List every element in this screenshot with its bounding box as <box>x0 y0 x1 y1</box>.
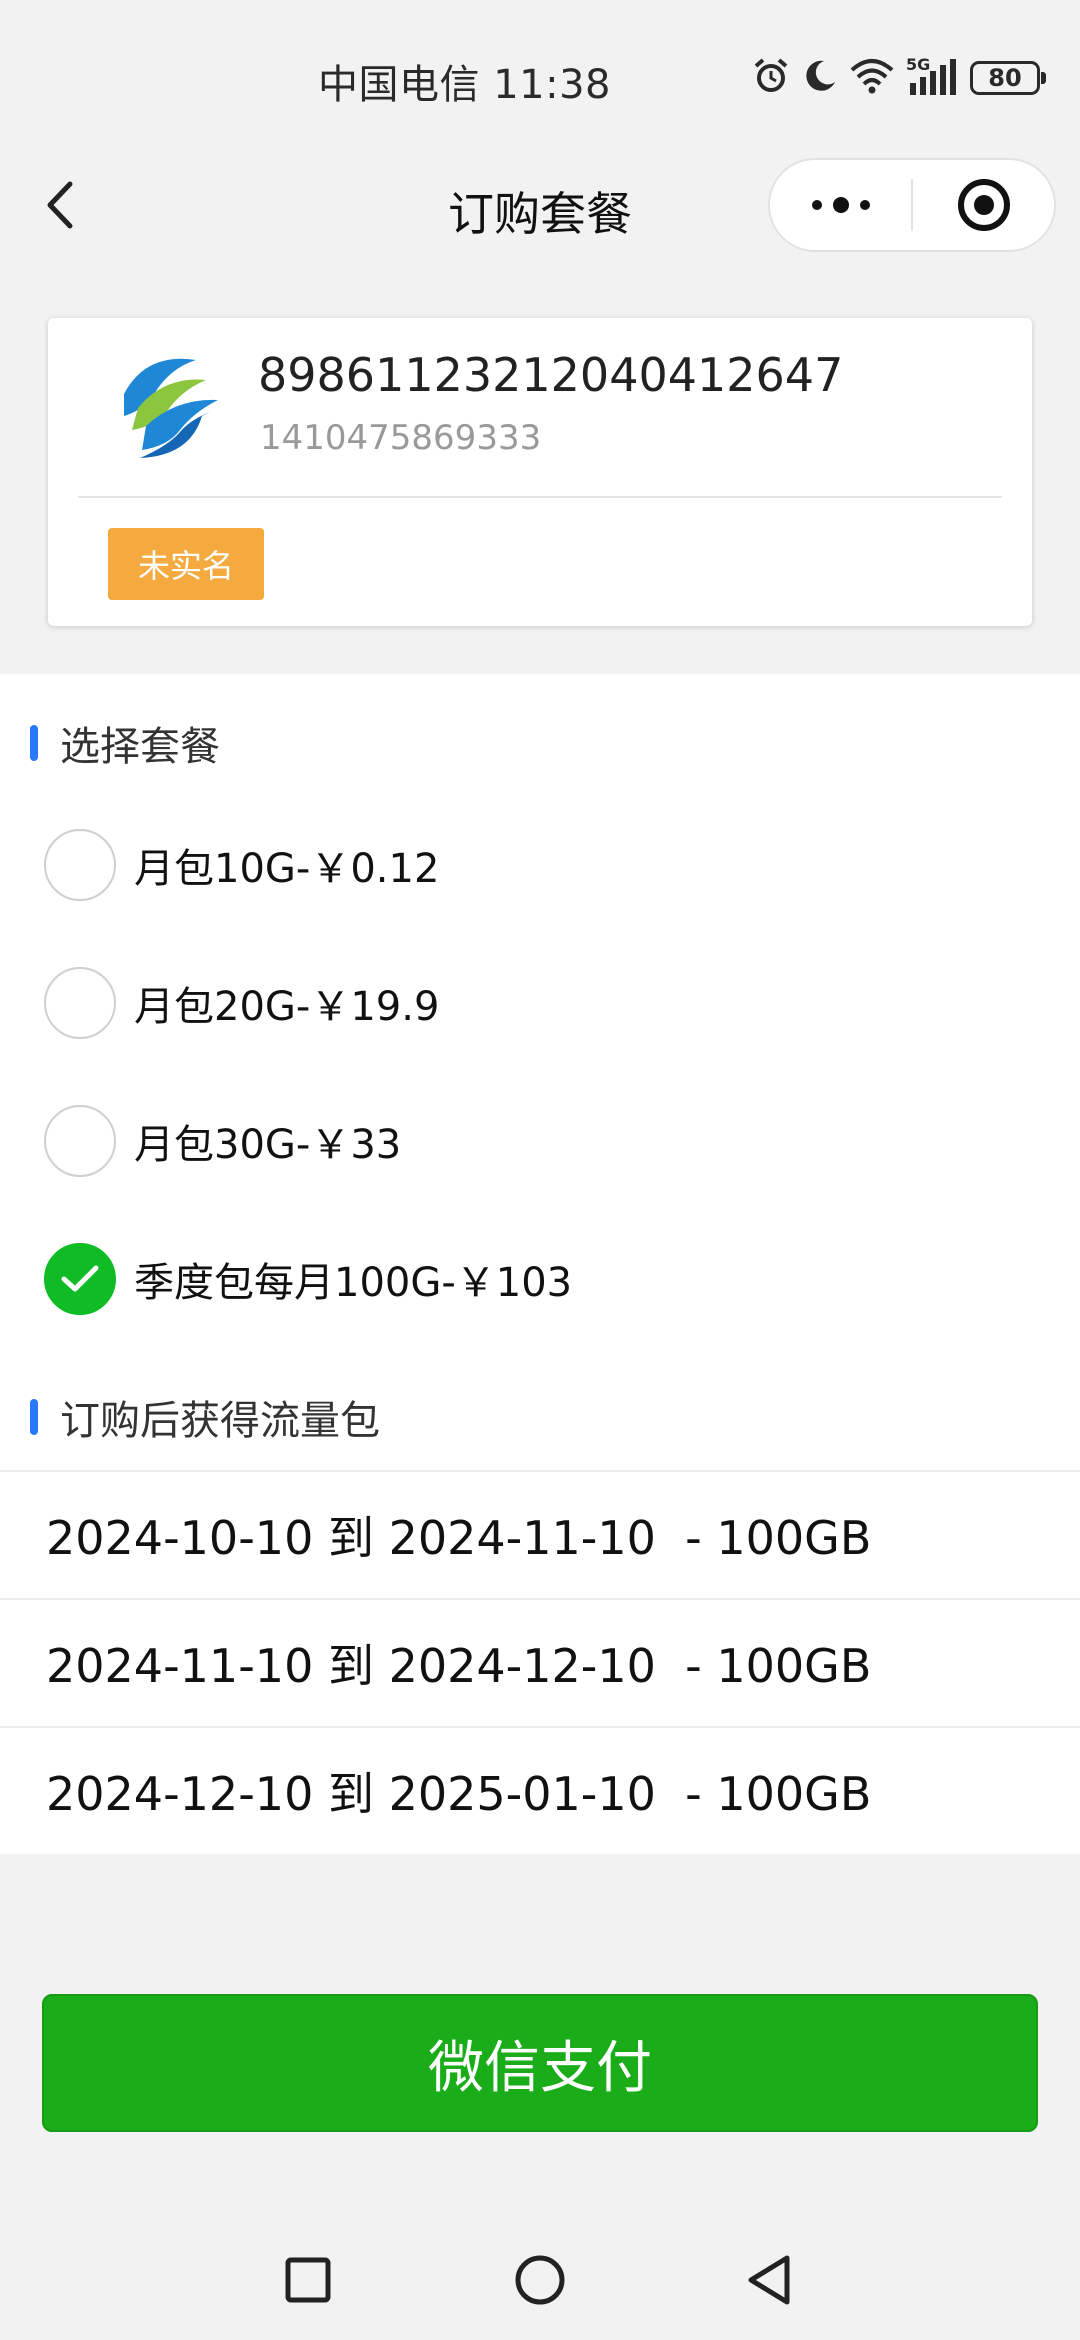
signal-icon: 5G <box>906 55 958 97</box>
status-icons: 5G 80 <box>752 54 1046 102</box>
main-panel: 选择套餐 月包10G-￥0.12 月包20G-￥19.9 月包30G-￥33 季… <box>0 674 1080 1854</box>
package-row: 2024-12-10 到 2025-01-10 - 100GB <box>0 1726 1080 1854</box>
system-back-button[interactable] <box>740 2250 800 2310</box>
system-nav-bar <box>0 2220 1080 2340</box>
back-triangle-icon <box>748 2255 790 2305</box>
target-close-icon <box>957 179 1010 231</box>
plan-option[interactable]: 月包20G-￥19.9 <box>44 966 439 1040</box>
package-row: 2024-11-10 到 2024-12-10 - 100GB <box>0 1598 1080 1726</box>
plan-label: 季度包每月100G-￥103 <box>134 1260 573 1306</box>
recent-apps-icon <box>285 2257 331 2303</box>
radio-unchecked[interactable] <box>44 967 116 1039</box>
plan-label: 月包10G-￥0.12 <box>134 846 440 892</box>
package-section-header: 订购后获得流量包 <box>30 1388 380 1446</box>
radio-unchecked[interactable] <box>44 829 116 901</box>
package-row: 2024-10-10 到 2024-11-10 - 100GB <box>0 1470 1080 1598</box>
alarm-icon <box>752 57 790 99</box>
menu-capsule <box>768 158 1056 252</box>
divider <box>78 496 1002 498</box>
sim-card-panel: 89861123212040412647 1410475869333 未实名 <box>48 318 1032 626</box>
package-section-title: 订购后获得流量包 <box>60 1398 380 1444</box>
battery-icon: 80 <box>970 61 1046 95</box>
section-accent-bar <box>30 1399 38 1435</box>
moon-icon <box>802 58 838 98</box>
recent-apps-button[interactable] <box>278 2250 338 2310</box>
home-button[interactable] <box>510 2250 570 2310</box>
radio-unchecked[interactable] <box>44 1105 116 1177</box>
iccid-number: 89861123212040412647 <box>258 348 844 402</box>
nav-bar: 订购套餐 <box>0 150 1080 280</box>
more-dots-icon <box>811 197 870 213</box>
carrier-time: 中国电信 11:38 <box>318 62 611 108</box>
more-button[interactable] <box>770 160 911 250</box>
close-miniprogram-button[interactable] <box>913 160 1054 250</box>
status-badge: 未实名 <box>108 528 264 600</box>
home-icon <box>515 2255 565 2305</box>
wifi-icon <box>850 58 894 98</box>
radio-checked[interactable] <box>44 1243 116 1315</box>
msisdn-number: 1410475869333 <box>260 418 542 458</box>
section-accent-bar <box>30 725 38 761</box>
plan-option[interactable]: 月包30G-￥33 <box>44 1104 401 1178</box>
plan-option-selected[interactable]: 季度包每月100G-￥103 <box>44 1242 572 1316</box>
plan-label: 月包30G-￥33 <box>134 1122 402 1168</box>
wechat-pay-button[interactable]: 微信支付 <box>42 1994 1038 2132</box>
plan-section-title: 选择套餐 <box>60 724 220 770</box>
plan-label: 月包20G-￥19.9 <box>134 984 440 1030</box>
status-bar: 中国电信 11:38 5G 80 <box>0 0 1080 150</box>
plan-option[interactable]: 月包10G-￥0.12 <box>44 828 439 902</box>
checkmark-icon <box>61 1265 99 1292</box>
china-mobile-logo <box>106 346 230 470</box>
plan-section-header: 选择套餐 <box>30 714 220 772</box>
